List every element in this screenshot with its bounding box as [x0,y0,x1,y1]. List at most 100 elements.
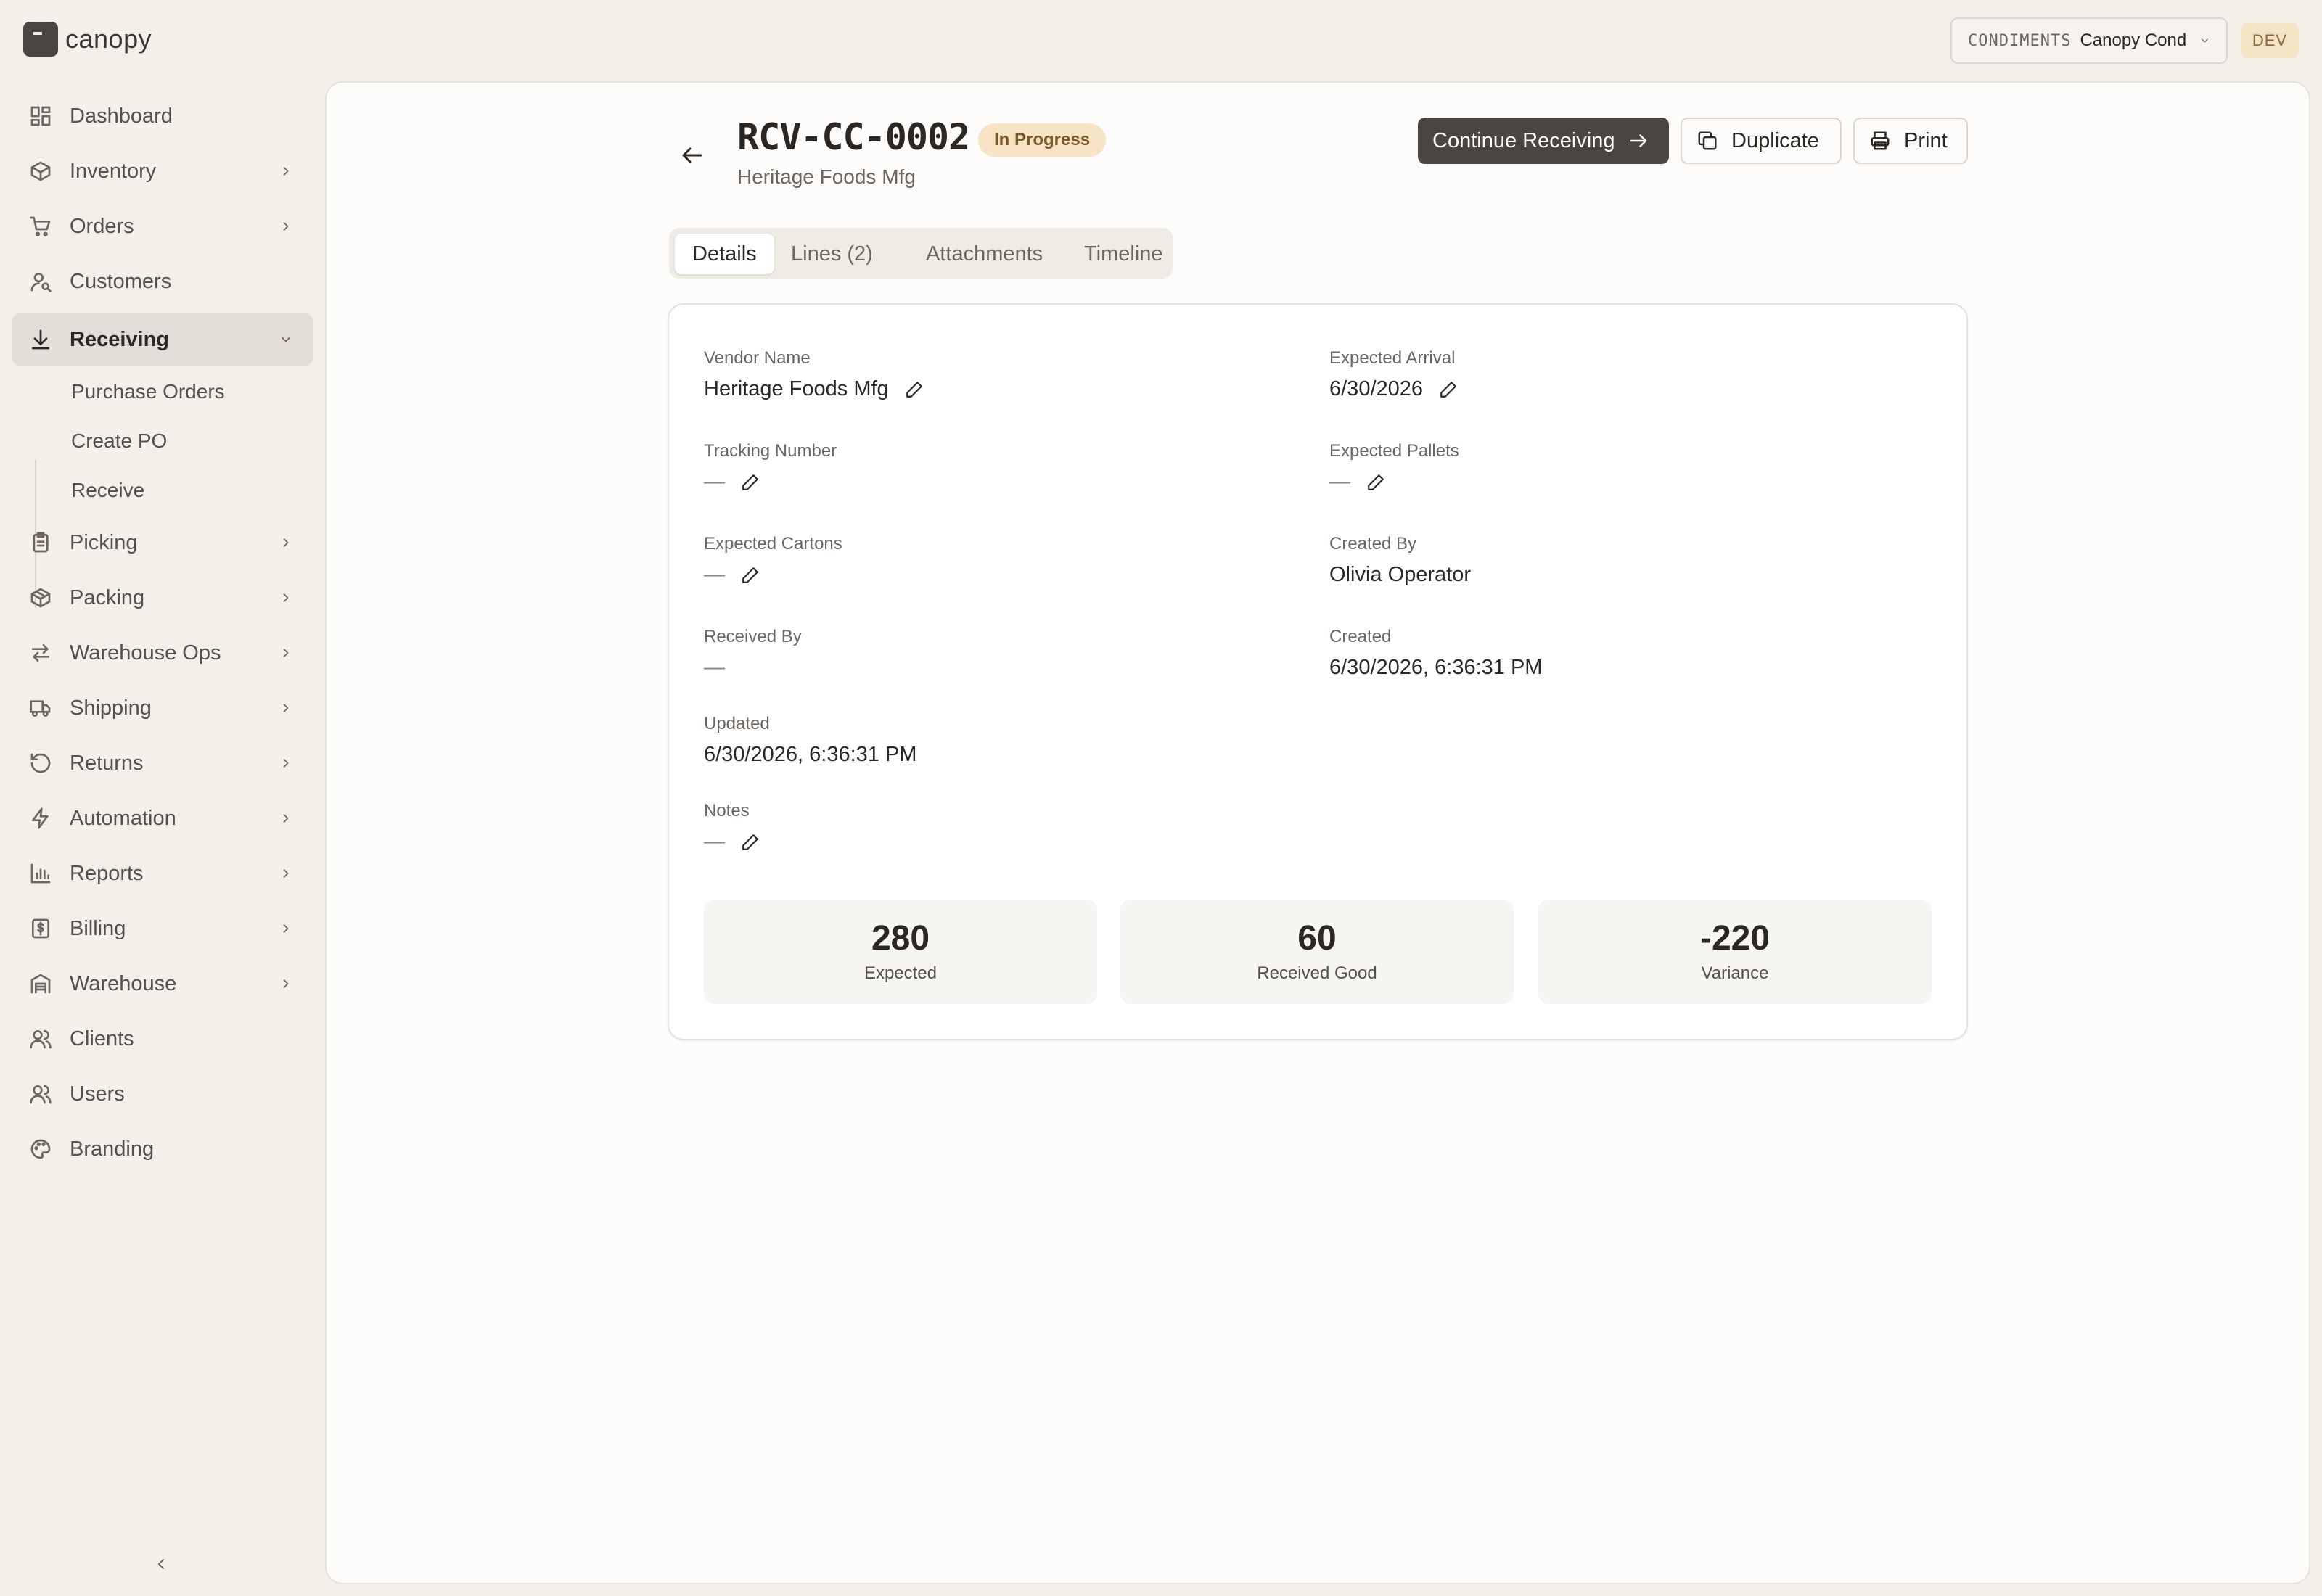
chevron-right-icon [283,538,289,547]
sidebar-item-receiving[interactable]: Receiving [12,313,313,366]
chevron-right-icon [283,979,289,988]
pencil-icon[interactable] [1366,473,1385,492]
created-by-label: Created By [1329,534,1417,554]
sidebar-item-label: Reports [70,861,144,885]
chevron-right-icon [283,814,289,823]
sidebar-item-automation[interactable]: Automation [12,792,313,844]
stat-value: 60 [1297,919,1337,958]
stat-label: Variance [1701,963,1769,983]
page-title: RCV-CC-0002 [737,116,970,158]
sidebar-subitem-create-po[interactable]: Create PO [71,427,167,456]
tab-attachments[interactable]: Attachments [908,234,1060,274]
pencil-icon[interactable] [905,380,924,399]
created-label: Created [1329,627,1392,646]
dashboard-icon [30,106,51,126]
expected-arrival-value: 6/30/2026 [1329,377,1458,401]
created-value: 6/30/2026, 6:36:31 PM [1329,656,1542,680]
received-by-label: Received By [704,627,802,646]
app-name: canopy [65,24,152,54]
sidebar-item-warehouse[interactable]: Warehouse [12,958,313,1010]
duplicate-button[interactable]: Duplicate [1681,118,1842,164]
warehouse-icon [30,974,51,994]
tenant-selector[interactable]: CONDIMENTS Canopy Cond [1950,17,2228,64]
vendor-name-value: Heritage Foods Mfg [704,377,924,401]
canopy-logo-icon [23,22,58,57]
tracking-number-value: — [704,470,760,494]
sidebar-item-clients[interactable]: Clients [12,1013,313,1065]
received-by-text: — [704,656,725,679]
pencil-icon[interactable] [1439,380,1458,399]
copy-icon [1698,131,1717,150]
sidebar-item-label: Warehouse Ops [70,641,221,665]
pencil-icon[interactable] [741,833,760,852]
updated-value: 6/30/2026, 6:36:31 PM [704,743,916,767]
sidebar-item-billing[interactable]: Billing [12,902,313,955]
cart-icon [30,216,51,236]
sidebar-item-orders[interactable]: Orders [12,200,313,252]
vendor-name-text: Heritage Foods Mfg [704,377,889,400]
sidebar-item-label: Packing [70,585,145,609]
notes-text: — [704,830,725,853]
users-icon [30,1030,52,1049]
vendor-name-label: Vendor Name [704,348,811,368]
created-by-text: Olivia Operator [1329,563,1472,586]
updated-label: Updated [704,714,770,733]
notes-value: — [704,830,760,854]
chevron-right-icon [283,167,289,176]
tab-lines[interactable]: Lines (2) [774,234,890,274]
sidebar-item-customers[interactable]: Customers [12,255,313,308]
sidebar-subitem-receive[interactable]: Receive [71,476,144,505]
tab-bar: Details Lines (2) Attachments Timeline [669,228,1173,279]
created-text: 6/30/2026, 6:36:31 PM [1329,656,1543,679]
updated-text: 6/30/2026, 6:36:31 PM [704,743,917,766]
stat-expected: 280 Expected [704,900,1097,1004]
stat-received-good: 60 Received Good [1120,900,1514,1004]
sidebar-item-label: Receiving [70,327,169,351]
pencil-icon[interactable] [741,566,760,585]
chevron-right-icon [283,869,289,878]
app-logo[interactable]: canopy [23,22,152,57]
sidebar-item-label: Users [70,1082,125,1106]
printer-icon [1871,131,1890,150]
chevron-right-icon [283,924,289,933]
sidebar-item-packing[interactable]: Packing [12,572,313,624]
continue-receiving-button[interactable]: Continue Receiving [1418,118,1669,164]
continue-receiving-label: Continue Receiving [1432,128,1615,152]
sidebar-item-returns[interactable]: Returns [12,737,313,789]
sidebar-item-label: Clients [70,1027,134,1050]
tab-details[interactable]: Details [675,234,774,274]
receipt-icon [32,918,49,939]
sidebar-item-users[interactable]: Users [12,1068,313,1120]
collapse-sidebar-icon[interactable] [152,1555,170,1573]
pencil-icon[interactable] [741,473,760,492]
chevron-right-icon [283,649,289,657]
users-icon [30,1085,52,1104]
bar-chart-icon [30,863,51,884]
sidebar-item-shipping[interactable]: Shipping [12,682,313,734]
environment-badge: DEV [2241,23,2299,58]
sidebar-item-reports[interactable]: Reports [12,847,313,900]
sidebar-item-label: Billing [70,916,126,940]
sidebar-item-dashboard[interactable]: Dashboard [12,90,313,142]
sidebar-item-label: Customers [70,269,172,293]
return-icon [30,753,51,773]
sidebar-item-label: Picking [70,530,138,554]
stat-label: Received Good [1257,963,1377,983]
truck-icon [30,700,51,717]
transfer-icon [32,644,49,662]
box-icon [30,161,51,181]
sidebar-subitem-purchase-orders[interactable]: Purchase Orders [71,377,225,406]
chevron-right-icon [283,593,289,602]
stat-label: Expected [863,963,938,983]
sidebar-item-branding[interactable]: Branding [12,1123,313,1175]
tab-timeline[interactable]: Timeline [1067,234,1181,274]
print-button[interactable]: Print [1853,118,1968,164]
sidebar-item-picking[interactable]: Picking [12,517,313,569]
sidebar-item-label: Shipping [70,696,152,720]
back-arrow-icon[interactable] [679,142,705,168]
sidebar-item-warehouse-ops[interactable]: Warehouse Ops [12,627,313,679]
stat-value: -220 [1699,919,1771,958]
chevron-right-icon [283,704,289,712]
stat-variance: -220 Variance [1538,900,1932,1004]
sidebar-item-inventory[interactable]: Inventory [12,145,313,197]
